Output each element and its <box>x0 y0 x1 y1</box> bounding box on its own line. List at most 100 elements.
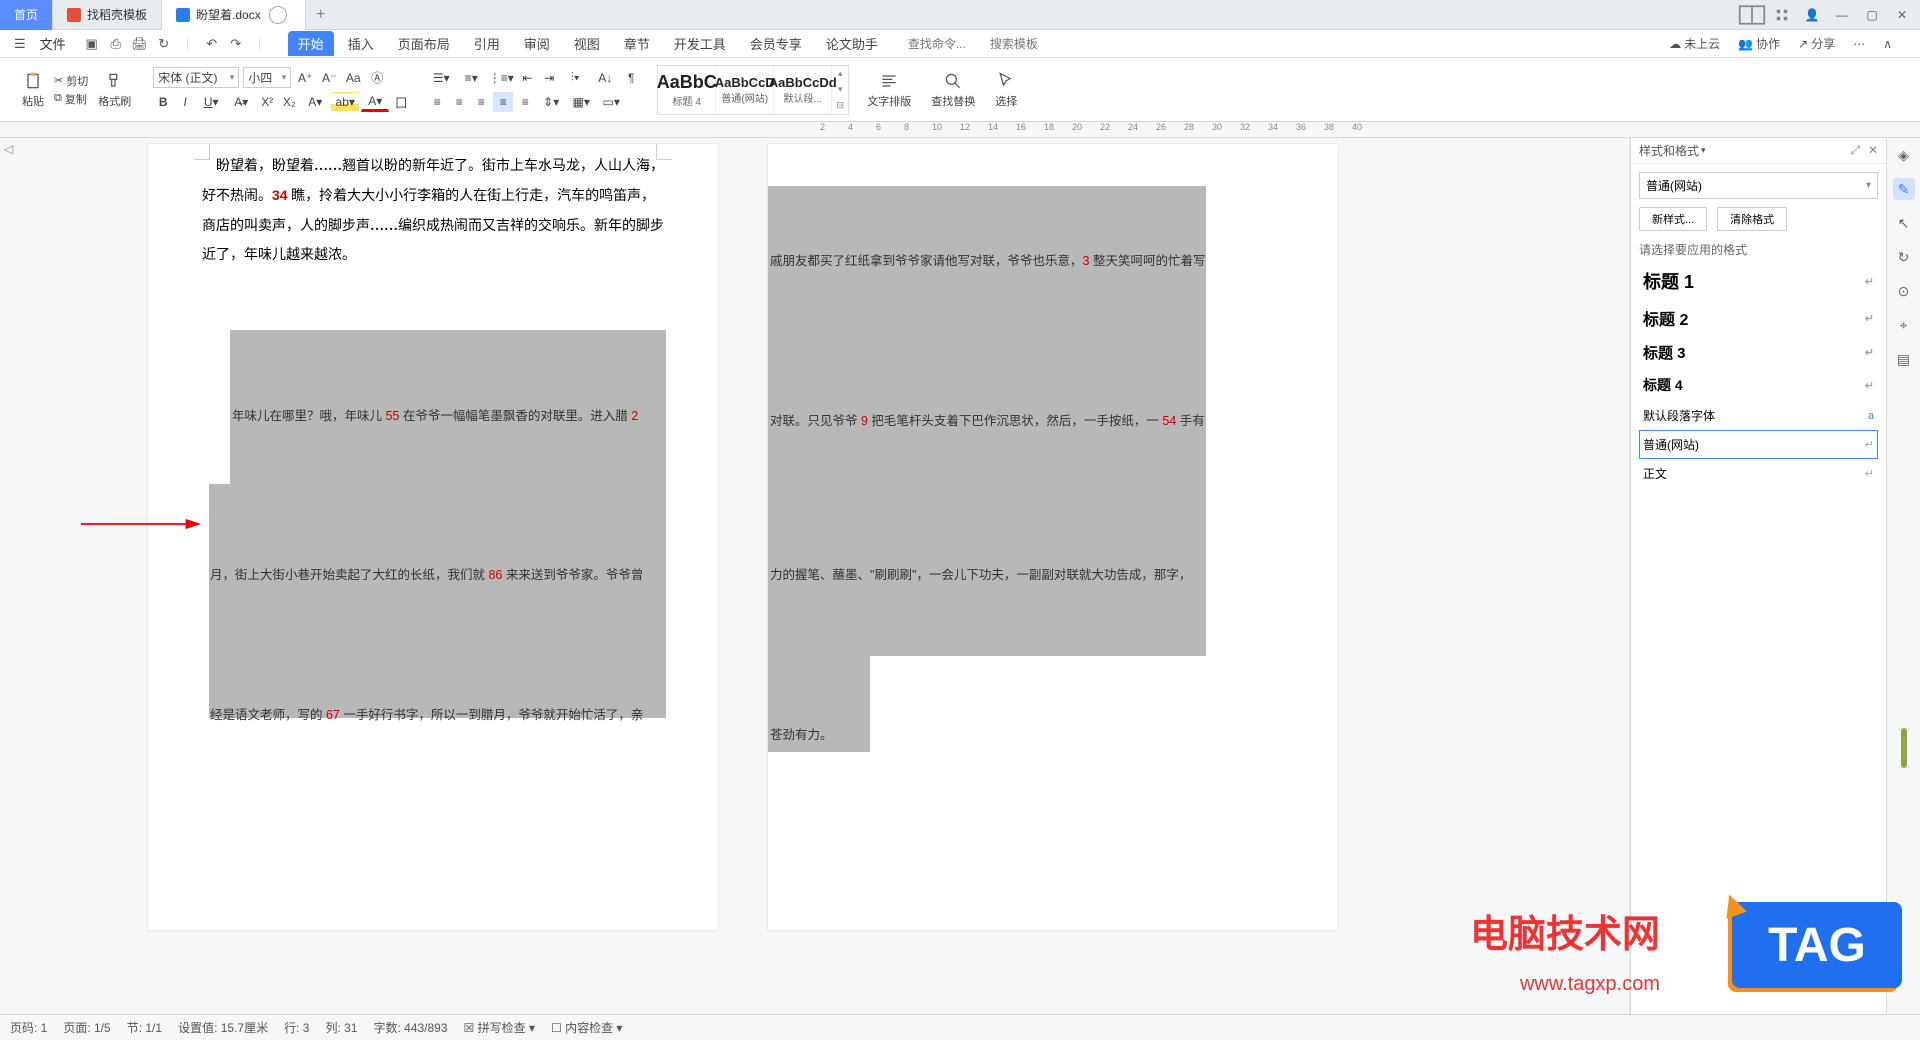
more-icon[interactable]: ⋯ <box>1853 37 1865 51</box>
undo-icon[interactable]: ↶ <box>202 34 222 54</box>
tab-reference[interactable]: 引用 <box>464 31 510 56</box>
tab-add[interactable]: + <box>306 6 336 24</box>
clear-format-icon[interactable]: Ⓐ <box>367 68 387 88</box>
superscript-icon[interactable]: X² <box>257 92 277 112</box>
style-up-icon[interactable]: ▴ <box>838 68 843 79</box>
style-heading3[interactable]: 标题 3↵ <box>1639 336 1878 369</box>
tool-location-icon[interactable]: ⌖ <box>1893 314 1915 336</box>
style-normal-web[interactable]: 普通(网站)↵ <box>1639 430 1878 459</box>
redo-icon[interactable]: ↷ <box>226 34 246 54</box>
current-style-select[interactable]: 普通(网站)▾ <box>1639 172 1878 199</box>
close-icon[interactable]: ✕ <box>1888 3 1916 27</box>
tool-clip-icon[interactable]: ⊙ <box>1893 280 1915 302</box>
align-justify-icon[interactable]: ≡ <box>493 92 513 112</box>
pin-icon[interactable]: ⤢ <box>1850 143 1860 158</box>
tab-start[interactable]: 开始 <box>288 31 334 56</box>
bullet-list-icon[interactable]: ☰▾ <box>427 68 455 88</box>
status-pageno[interactable]: 页码: 1 <box>10 1019 47 1036</box>
coop-button[interactable]: 👥 协作 <box>1738 35 1780 52</box>
style-heading4[interactable]: 标题 4↵ <box>1639 369 1878 401</box>
style-item-3[interactable]: AaBbCcDd默认段... <box>774 66 832 114</box>
format-brush-button[interactable]: 格式刷 <box>92 69 137 111</box>
preview-icon[interactable]: 🖨 <box>130 34 150 54</box>
show-marks-icon[interactable]: ¶ <box>621 68 641 88</box>
decrease-indent-icon[interactable]: ⇤ <box>517 68 537 88</box>
underline-icon[interactable]: U▾ <box>197 92 225 112</box>
tab-review[interactable]: 审阅 <box>514 31 560 56</box>
increase-indent-icon[interactable]: ⇥ <box>539 68 559 88</box>
ruler-toggle-icon[interactable]: ◁ <box>4 142 13 156</box>
maximize-icon[interactable]: ▢ <box>1858 3 1886 27</box>
shading-icon[interactable]: ▦▾ <box>567 92 595 112</box>
save-icon[interactable]: ▣ <box>82 34 102 54</box>
status-line[interactable]: 行: 3 <box>284 1019 309 1036</box>
style-default-font[interactable]: 默认段落字体a <box>1639 401 1878 430</box>
tab-view[interactable]: 视图 <box>564 31 610 56</box>
print-icon[interactable]: ⎙ <box>106 34 126 54</box>
cut-button[interactable]: ✂ 剪切 <box>54 73 88 89</box>
highlight-icon[interactable]: ab▾ <box>331 92 359 112</box>
status-spell[interactable]: ☒ 拼写检查 ▾ <box>464 1019 535 1036</box>
style-body[interactable]: 正文↵ <box>1639 459 1878 488</box>
align-left-icon[interactable]: ≡ <box>427 92 447 112</box>
body-paragraph[interactable]: 盼望着，盼望着……翘首以盼的新年近了。街市上车水马龙，人山人海，好不热闹。34 … <box>202 152 664 271</box>
line-spacing-icon[interactable]: ⇕▾ <box>537 92 565 112</box>
italic-icon[interactable]: I <box>175 92 195 112</box>
tool-diamond-icon[interactable]: ◈ <box>1893 144 1915 166</box>
font-color-icon[interactable]: A▾ <box>361 92 389 112</box>
file-menu[interactable]: 文件 <box>32 34 74 53</box>
tab-home[interactable]: 首页 <box>0 0 53 30</box>
new-style-button[interactable]: 新样式... <box>1639 207 1707 231</box>
style-item-1[interactable]: AaBbC标题 4 <box>658 66 716 114</box>
subscript-icon[interactable]: X₂ <box>279 92 299 112</box>
tool-cursor-icon[interactable]: ↖ <box>1893 212 1915 234</box>
number-list-icon[interactable]: ≡▾ <box>457 68 485 88</box>
text-layout-button[interactable]: 文字排版 <box>861 69 917 111</box>
style-gallery[interactable]: AaBbC标题 4 AaBbCcD普通(网站) AaBbCcDd默认段... ▴… <box>657 65 849 115</box>
cloud-status[interactable]: ☁ 未上云 <box>1669 35 1720 52</box>
search-command-input[interactable] <box>908 37 978 51</box>
find-replace-button[interactable]: 查找替换 <box>925 69 981 111</box>
borders-icon[interactable]: ▭▾ <box>597 92 625 112</box>
tool-book-icon[interactable]: ▤ <box>1893 348 1915 370</box>
align-right-icon[interactable]: ≡ <box>471 92 491 112</box>
search-template-input[interactable] <box>990 37 1060 51</box>
style-heading1[interactable]: 标题 1↵ <box>1639 262 1878 300</box>
sort-icon[interactable]: A↓ <box>591 68 619 88</box>
user-avatar-icon[interactable]: 👤 <box>1798 3 1826 27</box>
font-size-select[interactable]: 小四▾ <box>243 67 291 88</box>
text-effects-icon[interactable]: A▾ <box>301 92 329 112</box>
tool-pencil-icon[interactable]: ✎ <box>1893 178 1915 200</box>
minimize-icon[interactable]: — <box>1828 3 1856 27</box>
tab-member[interactable]: 会员专享 <box>740 31 812 56</box>
select-button[interactable]: 选择 <box>989 69 1023 111</box>
tab-paper[interactable]: 论文助手 <box>816 31 888 56</box>
paste-button[interactable]: 粘贴 <box>16 69 50 111</box>
clear-format-button[interactable]: 清除格式 <box>1717 207 1787 231</box>
change-case-icon[interactable]: Aa <box>343 68 363 88</box>
status-position[interactable]: 设置值: 15.7厘米 <box>178 1019 268 1036</box>
char-border-icon[interactable]: 囗 <box>391 92 411 112</box>
status-words[interactable]: 字数: 443/893 <box>373 1019 447 1036</box>
copy-button[interactable]: ⧉ 复制 <box>54 91 88 107</box>
font-name-select[interactable]: 宋体 (正文)▾ <box>153 67 239 88</box>
status-page[interactable]: 页面: 1/5 <box>63 1019 110 1036</box>
style-item-2[interactable]: AaBbCcD普通(网站) <box>716 66 774 114</box>
align-center-icon[interactable]: ≡ <box>449 92 469 112</box>
tab-section[interactable]: 章节 <box>614 31 660 56</box>
status-content[interactable]: ☐ 内容检查 ▾ <box>551 1019 622 1036</box>
style-more-icon[interactable]: ⊟ <box>836 100 844 111</box>
close-panel-icon[interactable]: ✕ <box>1868 143 1878 158</box>
tool-refresh-icon[interactable]: ↻ <box>1893 246 1915 268</box>
bold-icon[interactable]: B <box>153 92 173 112</box>
status-section[interactable]: 节: 1/1 <box>127 1019 162 1036</box>
status-col[interactable]: 列: 31 <box>325 1019 357 1036</box>
tab-document[interactable]: 盼望着.docx <box>162 0 306 30</box>
style-heading2[interactable]: 标题 2↵ <box>1639 300 1878 336</box>
tab-stops-icon[interactable]: ⫶▾ <box>561 68 589 88</box>
strike-icon[interactable]: A̶▾ <box>227 92 255 112</box>
restore-icon[interactable] <box>269 6 287 24</box>
tab-template[interactable]: 找稻壳模板 <box>53 0 162 30</box>
tab-insert[interactable]: 插入 <box>338 31 384 56</box>
multilevel-list-icon[interactable]: ⋮≡▾ <box>487 68 515 88</box>
